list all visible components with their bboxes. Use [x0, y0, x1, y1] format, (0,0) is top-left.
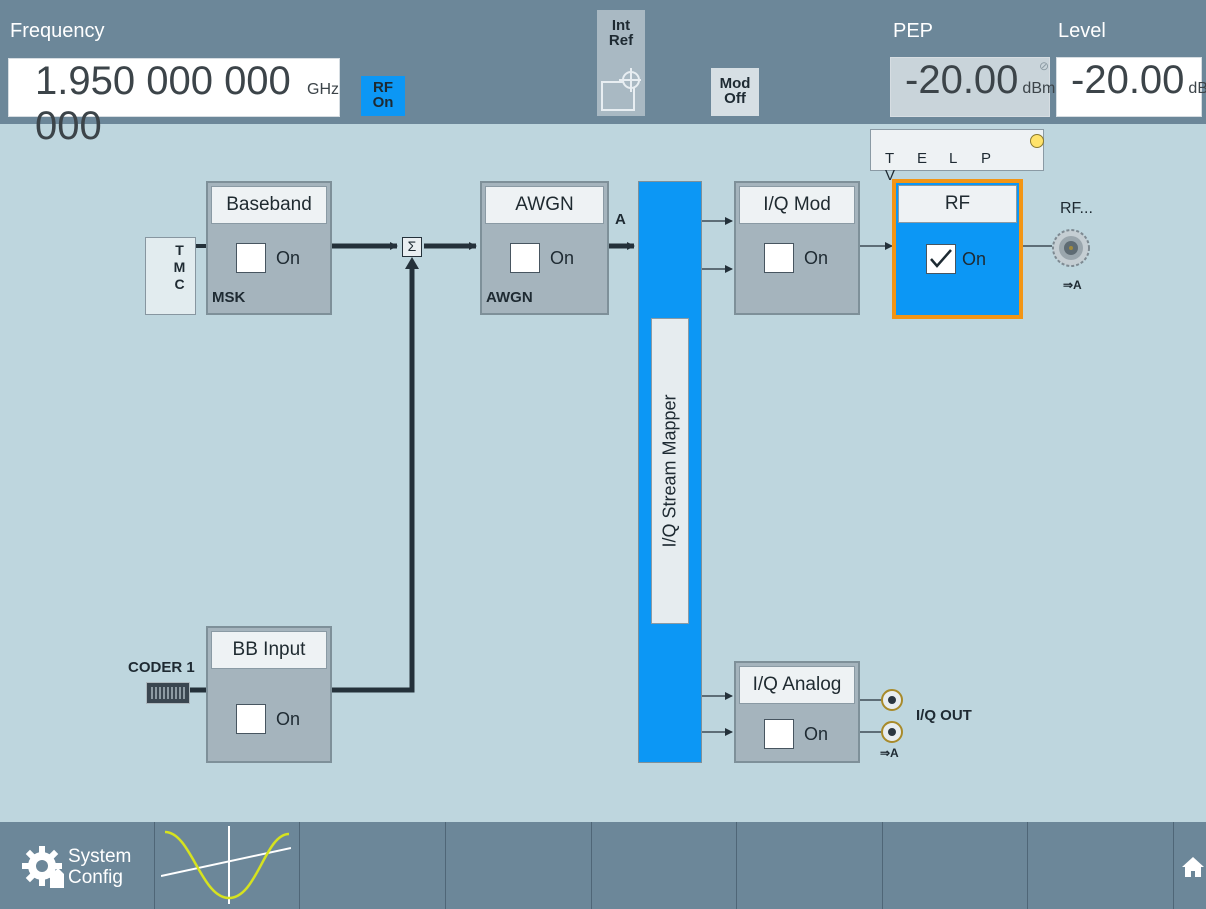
int-ref-button[interactable]: Int Ref	[597, 10, 645, 116]
sum-node: Σ	[402, 237, 422, 257]
iq-out-route: ⇒A	[880, 746, 899, 760]
telpv-p: P	[981, 150, 992, 167]
iq-stream-mapper-label: I/Q Stream Mapper	[659, 394, 680, 548]
awgn-title[interactable]: AWGN	[485, 186, 604, 224]
pep-unit: dBm	[1022, 80, 1056, 97]
bb-input-on-checkbox[interactable]	[236, 704, 266, 734]
frequency-label: Frequency	[10, 20, 105, 42]
baseband-modulation: MSK	[212, 289, 246, 306]
baseband-block[interactable]: Baseband On MSK	[206, 181, 332, 315]
home-button[interactable]	[1173, 822, 1206, 909]
baseband-on-label: On	[276, 248, 301, 268]
telpv-indicator[interactable]: T E L PV	[870, 129, 1044, 184]
iq-out-label: I/Q OUT	[916, 707, 972, 724]
coder-label: CODER 1	[128, 659, 195, 676]
system-config-line1: System	[68, 846, 132, 867]
level-value: -20.00	[1071, 58, 1185, 102]
baseband-title[interactable]: Baseband	[211, 186, 327, 224]
coder-connector-icon[interactable]	[146, 682, 190, 704]
int-ref-label: Int Ref	[597, 10, 645, 48]
rf-on-label: On	[962, 249, 987, 269]
intref-line2: Ref	[608, 32, 634, 49]
awgn-sublabel: AWGN	[486, 289, 533, 306]
softkey-8[interactable]	[1027, 822, 1173, 909]
pep-label: PEP	[893, 20, 934, 42]
bb-input-title[interactable]: BB Input	[211, 631, 327, 669]
mod-off-badge[interactable]: Mod Off	[711, 68, 759, 116]
tmc-block[interactable]: T M C	[145, 237, 196, 315]
rf-block[interactable]: RF On	[892, 179, 1023, 319]
tmc-m: M	[173, 259, 186, 275]
softkey-3[interactable]	[299, 822, 445, 909]
telpv-e: E	[917, 150, 928, 167]
intref-line1: Int	[611, 17, 631, 34]
mod-line1: Mod	[719, 75, 751, 92]
iq-mod-block[interactable]: I/Q Mod On	[734, 181, 860, 315]
reference-icon	[601, 68, 641, 111]
rf-connector-route: ⇒A	[1063, 278, 1082, 292]
iq-mod-title[interactable]: I/Q Mod	[739, 186, 855, 224]
rf-on-badge[interactable]: RF On	[361, 76, 405, 116]
iq-analog-block[interactable]: I/Q Analog On	[734, 661, 860, 763]
awgn-on-label: On	[550, 248, 575, 268]
pep-value: -20.00	[905, 58, 1019, 102]
softkey-4[interactable]	[445, 822, 591, 909]
rf-connector-icon[interactable]	[1051, 228, 1091, 268]
softkey-6[interactable]	[736, 822, 882, 909]
system-config-line2: Config	[68, 867, 123, 888]
softkey-7[interactable]	[882, 822, 1027, 909]
gear-icon	[22, 846, 64, 888]
q-out-connector-icon[interactable]	[880, 720, 904, 744]
baseband-on-checkbox[interactable]	[236, 243, 266, 273]
bb-input-on-label: On	[276, 709, 301, 729]
rf-badge-line2: On	[372, 94, 394, 111]
level-unit: dBm	[1188, 80, 1206, 97]
telpv-l: L	[949, 150, 958, 167]
pep-field: -20.00 dBm	[890, 57, 1055, 117]
system-config-button[interactable]: System Config	[0, 822, 154, 909]
home-icon	[1182, 857, 1204, 877]
iq-mod-on-label: On	[804, 248, 829, 268]
frequency-field[interactable]: 1.950 000 000 000 GHz	[8, 58, 340, 148]
path-a-label: A	[615, 211, 626, 228]
iq-analog-on-label: On	[804, 724, 829, 744]
softkey-5[interactable]	[591, 822, 736, 909]
bb-input-block[interactable]: BB Input On	[206, 626, 332, 763]
level-label: Level	[1058, 20, 1106, 42]
mod-line2: Off	[724, 90, 746, 107]
rf-on-checkbox[interactable]	[926, 244, 956, 274]
awgn-block[interactable]: AWGN On AWGN	[480, 181, 609, 315]
iq-mod-on-checkbox[interactable]	[764, 243, 794, 273]
checkmark-icon	[930, 249, 952, 268]
system-config-label: System Config	[68, 846, 131, 888]
frequency-unit: GHz	[307, 81, 339, 98]
tmc-t: T	[175, 242, 184, 258]
rf-connector-label: RF...	[1060, 200, 1093, 217]
status-led-icon	[1030, 134, 1044, 148]
rf-badge-line1: RF	[373, 79, 393, 96]
tmc-c: C	[174, 276, 185, 292]
waveform-icon	[161, 826, 291, 904]
rf-title[interactable]: RF	[898, 185, 1017, 223]
iq-stream-mapper-button[interactable]: I/Q Stream Mapper	[651, 318, 689, 624]
read-only-icon: ⊘	[1039, 59, 1050, 73]
telpv-t: T	[885, 150, 895, 167]
awgn-on-checkbox[interactable]	[510, 243, 540, 273]
iq-analog-title[interactable]: I/Q Analog	[739, 666, 855, 704]
iq-analog-on-checkbox[interactable]	[764, 719, 794, 749]
level-field[interactable]: -20.00 dBm	[1056, 57, 1206, 117]
graphics-softkey[interactable]	[154, 822, 299, 909]
i-out-connector-icon[interactable]	[880, 688, 904, 712]
